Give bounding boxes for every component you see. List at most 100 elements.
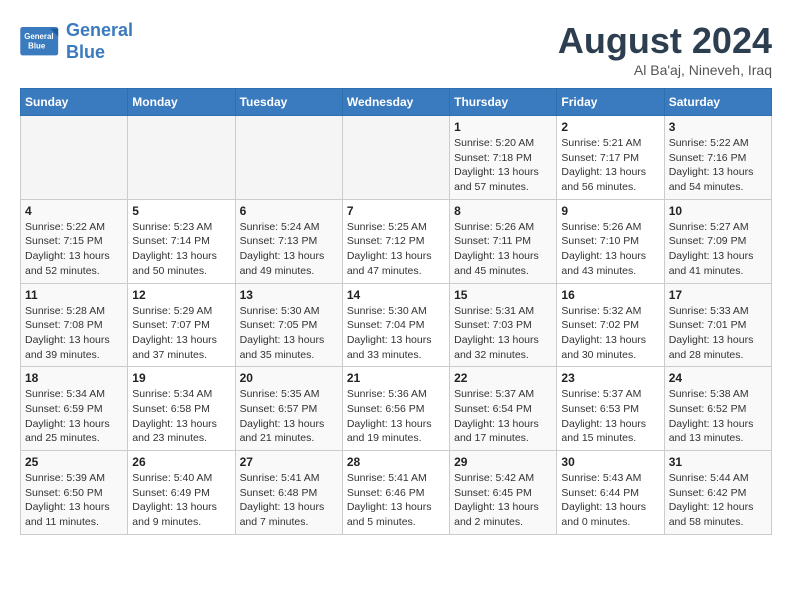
day-info: Sunrise: 5:42 AMSunset: 6:45 PMDaylight:… xyxy=(454,471,552,530)
calendar-cell: 15 Sunrise: 5:31 AMSunset: 7:03 PMDayligh… xyxy=(450,283,557,367)
calendar-cell: 8 Sunrise: 5:26 AMSunset: 7:11 PMDaylight… xyxy=(450,199,557,283)
day-number: 15 xyxy=(454,288,552,302)
calendar-cell xyxy=(128,116,235,200)
calendar-table: SundayMondayTuesdayWednesdayThursdayFrid… xyxy=(20,88,772,535)
day-info: Sunrise: 5:43 AMSunset: 6:44 PMDaylight:… xyxy=(561,471,659,530)
day-info: Sunrise: 5:33 AMSunset: 7:01 PMDaylight:… xyxy=(669,304,767,363)
calendar-cell: 7 Sunrise: 5:25 AMSunset: 7:12 PMDaylight… xyxy=(342,199,449,283)
calendar-cell xyxy=(342,116,449,200)
calendar-cell: 1 Sunrise: 5:20 AMSunset: 7:18 PMDaylight… xyxy=(450,116,557,200)
day-number: 24 xyxy=(669,371,767,385)
calendar-cell: 28Sunrise: 5:41 AMSunset: 6:46 PMDayligh… xyxy=(342,451,449,535)
day-number: 22 xyxy=(454,371,552,385)
day-number: 2 xyxy=(561,120,659,134)
day-info: Sunrise: 5:26 AMSunset: 7:10 PMDaylight:… xyxy=(561,220,659,279)
day-number: 11 xyxy=(25,288,123,302)
day-header-sunday: Sunday xyxy=(21,89,128,116)
calendar-cell: 11 Sunrise: 5:28 AMSunset: 7:08 PMDayligh… xyxy=(21,283,128,367)
day-info: Sunrise: 5:41 AMSunset: 6:46 PMDaylight:… xyxy=(347,471,445,530)
day-info: Sunrise: 5:44 AMSunset: 6:42 PMDaylight:… xyxy=(669,471,767,530)
calendar-cell: 30 Sunrise: 5:43 AMSunset: 6:44 PMDayligh… xyxy=(557,451,664,535)
week-row-1: 1 Sunrise: 5:20 AMSunset: 7:18 PMDaylight… xyxy=(21,116,772,200)
calendar-cell: 2Sunrise: 5:21 AMSunset: 7:17 PMDaylight… xyxy=(557,116,664,200)
calendar-cell: 21 Sunrise: 5:36 AMSunset: 6:56 PMDayligh… xyxy=(342,367,449,451)
day-number: 12 xyxy=(132,288,230,302)
calendar-cell: 12Sunrise: 5:29 AMSunset: 7:07 PMDayligh… xyxy=(128,283,235,367)
calendar-cell: 5Sunrise: 5:23 AMSunset: 7:14 PMDaylight… xyxy=(128,199,235,283)
calendar-cell: 13 Sunrise: 5:30 AMSunset: 7:05 PMDayligh… xyxy=(235,283,342,367)
day-number: 26 xyxy=(132,455,230,469)
day-info: Sunrise: 5:41 AMSunset: 6:48 PMDaylight:… xyxy=(240,471,338,530)
day-number: 14 xyxy=(347,288,445,302)
day-info: Sunrise: 5:37 AMSunset: 6:54 PMDaylight:… xyxy=(454,387,552,446)
day-info: Sunrise: 5:30 AMSunset: 7:05 PMDaylight:… xyxy=(240,304,338,363)
calendar-cell: 9 Sunrise: 5:26 AMSunset: 7:10 PMDaylight… xyxy=(557,199,664,283)
day-number: 25 xyxy=(25,455,123,469)
day-info: Sunrise: 5:24 AMSunset: 7:13 PMDaylight:… xyxy=(240,220,338,279)
day-header-monday: Monday xyxy=(128,89,235,116)
day-info: Sunrise: 5:34 AMSunset: 6:58 PMDaylight:… xyxy=(132,387,230,446)
day-number: 8 xyxy=(454,204,552,218)
day-header-thursday: Thursday xyxy=(450,89,557,116)
calendar-cell xyxy=(235,116,342,200)
day-number: 30 xyxy=(561,455,659,469)
page-header: General Blue GeneralBlue August 2024 Al … xyxy=(20,20,772,78)
day-number: 6 xyxy=(240,204,338,218)
calendar-cell: 4 Sunrise: 5:22 AMSunset: 7:15 PMDaylight… xyxy=(21,199,128,283)
day-info: Sunrise: 5:22 AMSunset: 7:15 PMDaylight:… xyxy=(25,220,123,279)
calendar-cell: 14 Sunrise: 5:30 AMSunset: 7:04 PMDayligh… xyxy=(342,283,449,367)
day-number: 3 xyxy=(669,120,767,134)
day-number: 4 xyxy=(25,204,123,218)
day-info: Sunrise: 5:35 AMSunset: 6:57 PMDaylight:… xyxy=(240,387,338,446)
day-number: 29 xyxy=(454,455,552,469)
calendar-cell: 26 Sunrise: 5:40 AMSunset: 6:49 PMDayligh… xyxy=(128,451,235,535)
day-info: Sunrise: 5:31 AMSunset: 7:03 PMDaylight:… xyxy=(454,304,552,363)
day-info: Sunrise: 5:37 AMSunset: 6:53 PMDaylight:… xyxy=(561,387,659,446)
calendar-cell: 6 Sunrise: 5:24 AMSunset: 7:13 PMDaylight… xyxy=(235,199,342,283)
svg-text:General: General xyxy=(24,31,53,40)
calendar-cell: 22 Sunrise: 5:37 AMSunset: 6:54 PMDayligh… xyxy=(450,367,557,451)
day-info: Sunrise: 5:28 AMSunset: 7:08 PMDaylight:… xyxy=(25,304,123,363)
day-info: Sunrise: 5:32 AMSunset: 7:02 PMDaylight:… xyxy=(561,304,659,363)
title-block: August 2024 Al Ba'aj, Nineveh, Iraq xyxy=(558,20,772,78)
day-number: 21 xyxy=(347,371,445,385)
week-row-3: 11 Sunrise: 5:28 AMSunset: 7:08 PMDayligh… xyxy=(21,283,772,367)
day-info: Sunrise: 5:30 AMSunset: 7:04 PMDaylight:… xyxy=(347,304,445,363)
day-number: 27 xyxy=(240,455,338,469)
day-number: 18 xyxy=(25,371,123,385)
day-number: 13 xyxy=(240,288,338,302)
calendar-cell: 16Sunrise: 5:32 AMSunset: 7:02 PMDayligh… xyxy=(557,283,664,367)
calendar-cell xyxy=(21,116,128,200)
day-header-saturday: Saturday xyxy=(664,89,771,116)
day-info: Sunrise: 5:36 AMSunset: 6:56 PMDaylight:… xyxy=(347,387,445,446)
calendar-cell: 23 Sunrise: 5:37 AMSunset: 6:53 PMDayligh… xyxy=(557,367,664,451)
week-row-4: 18 Sunrise: 5:34 AMSunset: 6:59 PMDayligh… xyxy=(21,367,772,451)
day-number: 17 xyxy=(669,288,767,302)
day-info: Sunrise: 5:20 AMSunset: 7:18 PMDaylight:… xyxy=(454,136,552,195)
day-number: 9 xyxy=(561,204,659,218)
logo-text: GeneralBlue xyxy=(66,20,133,63)
day-info: Sunrise: 5:22 AMSunset: 7:16 PMDaylight:… xyxy=(669,136,767,195)
day-info: Sunrise: 5:40 AMSunset: 6:49 PMDaylight:… xyxy=(132,471,230,530)
day-info: Sunrise: 5:23 AMSunset: 7:14 PMDaylight:… xyxy=(132,220,230,279)
calendar-body: 1 Sunrise: 5:20 AMSunset: 7:18 PMDaylight… xyxy=(21,116,772,535)
calendar-cell: 3 Sunrise: 5:22 AMSunset: 7:16 PMDaylight… xyxy=(664,116,771,200)
week-row-2: 4 Sunrise: 5:22 AMSunset: 7:15 PMDaylight… xyxy=(21,199,772,283)
day-number: 1 xyxy=(454,120,552,134)
day-info: Sunrise: 5:38 AMSunset: 6:52 PMDaylight:… xyxy=(669,387,767,446)
month-title: August 2024 xyxy=(558,20,772,62)
calendar-cell: 18 Sunrise: 5:34 AMSunset: 6:59 PMDayligh… xyxy=(21,367,128,451)
day-number: 23 xyxy=(561,371,659,385)
calendar-cell: 17 Sunrise: 5:33 AMSunset: 7:01 PMDayligh… xyxy=(664,283,771,367)
day-number: 20 xyxy=(240,371,338,385)
day-info: Sunrise: 5:25 AMSunset: 7:12 PMDaylight:… xyxy=(347,220,445,279)
day-info: Sunrise: 5:34 AMSunset: 6:59 PMDaylight:… xyxy=(25,387,123,446)
day-header-tuesday: Tuesday xyxy=(235,89,342,116)
day-header-wednesday: Wednesday xyxy=(342,89,449,116)
day-number: 7 xyxy=(347,204,445,218)
calendar-cell: 29 Sunrise: 5:42 AMSunset: 6:45 PMDayligh… xyxy=(450,451,557,535)
week-row-5: 25Sunrise: 5:39 AMSunset: 6:50 PMDayligh… xyxy=(21,451,772,535)
calendar-header-row: SundayMondayTuesdayWednesdayThursdayFrid… xyxy=(21,89,772,116)
calendar-cell: 20 Sunrise: 5:35 AMSunset: 6:57 PMDayligh… xyxy=(235,367,342,451)
day-info: Sunrise: 5:26 AMSunset: 7:11 PMDaylight:… xyxy=(454,220,552,279)
